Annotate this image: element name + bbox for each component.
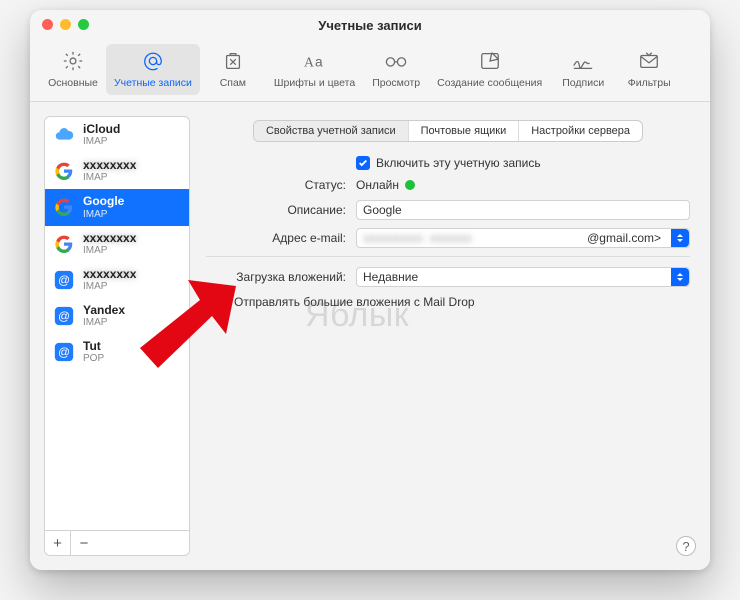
tab-junk[interactable]: Спам bbox=[200, 44, 266, 95]
account-protocol: IMAP bbox=[83, 245, 136, 256]
at-square-icon: @ bbox=[53, 269, 75, 291]
tab-label: Подписи bbox=[562, 77, 604, 89]
segment-account-info[interactable]: Свойства учетной записи bbox=[254, 121, 409, 141]
email-redacted: xxxxxxxxxx xxxxxxx bbox=[363, 231, 472, 245]
segment-server[interactable]: Настройки сервера bbox=[519, 121, 642, 141]
svg-text:@: @ bbox=[58, 346, 70, 359]
email-value: @gmail.com> bbox=[587, 231, 661, 245]
tab-accounts[interactable]: Учетные записи bbox=[106, 44, 200, 95]
account-item-yandex[interactable]: @ Yandex IMAP bbox=[45, 298, 189, 334]
account-list: iCloud IMAP xxxxxxxx IMAP bbox=[45, 117, 189, 530]
account-protocol: IMAP bbox=[83, 317, 125, 328]
svg-text:A: A bbox=[304, 55, 314, 70]
close-window-button[interactable] bbox=[42, 19, 53, 30]
account-item-at-1[interactable]: @ xxxxxxxx IMAP bbox=[45, 262, 189, 298]
description-label: Описание: bbox=[206, 203, 356, 217]
tab-signatures[interactable]: Подписи bbox=[550, 44, 616, 95]
combo-handle-icon bbox=[671, 268, 689, 286]
status-label: Статус: bbox=[206, 178, 356, 192]
filter-envelope-icon bbox=[638, 50, 660, 72]
account-item-icloud[interactable]: iCloud IMAP bbox=[45, 117, 189, 153]
status-indicator-icon bbox=[405, 180, 415, 190]
help-button[interactable]: ? bbox=[676, 536, 696, 556]
tab-composing[interactable]: Создание сообщения bbox=[429, 44, 550, 95]
google-icon bbox=[53, 233, 75, 255]
tab-label: Спам bbox=[220, 77, 246, 89]
google-icon bbox=[53, 160, 75, 182]
detail-panel: Свойства учетной записи Почтовые ящики Н… bbox=[200, 116, 696, 556]
account-protocol: IMAP bbox=[83, 281, 136, 292]
tab-label: Фильтры bbox=[628, 77, 671, 89]
account-item-tut[interactable]: @ Tut POP bbox=[45, 334, 189, 370]
window-title: Учетные записи bbox=[318, 18, 421, 33]
tab-label: Шрифты и цвета bbox=[274, 77, 355, 89]
sidebar-footer: + − bbox=[45, 530, 189, 555]
tab-viewing[interactable]: Просмотр bbox=[363, 44, 429, 95]
tab-label: Создание сообщения bbox=[437, 77, 542, 89]
fonts-icon: Aa bbox=[302, 50, 328, 72]
email-combo[interactable]: xxxxxxxxxx xxxxxxx @gmail.com> bbox=[356, 228, 690, 248]
icloud-icon bbox=[53, 124, 75, 146]
signature-icon bbox=[571, 50, 595, 72]
account-name: Tut bbox=[83, 340, 104, 353]
tab-label: Учетные записи bbox=[114, 77, 192, 89]
enable-account-checkbox[interactable] bbox=[356, 156, 370, 170]
compose-icon bbox=[479, 50, 501, 72]
svg-text:a: a bbox=[315, 55, 323, 70]
account-protocol: IMAP bbox=[83, 172, 136, 183]
account-item-google-2[interactable]: xxxxxxxx IMAP bbox=[45, 226, 189, 262]
glasses-icon bbox=[383, 50, 409, 72]
account-name: Yandex bbox=[83, 304, 125, 317]
preferences-toolbar: Основные Учетные записи Спам Aa Шрифты и… bbox=[30, 40, 710, 102]
tab-rules[interactable]: Фильтры bbox=[616, 44, 682, 95]
at-square-icon: @ bbox=[53, 305, 75, 327]
segment-mailbox[interactable]: Почтовые ящики bbox=[409, 121, 520, 141]
account-name: iCloud bbox=[83, 123, 120, 136]
remove-account-button[interactable]: − bbox=[71, 531, 97, 555]
account-sidebar: iCloud IMAP xxxxxxxx IMAP bbox=[44, 116, 190, 556]
svg-text:@: @ bbox=[58, 274, 70, 287]
account-name: xxxxxxxx bbox=[83, 268, 136, 281]
tab-general[interactable]: Основные bbox=[40, 44, 106, 95]
tab-label: Просмотр bbox=[372, 77, 420, 89]
maildrop-label: Отправлять большие вложения с Mail Drop bbox=[234, 295, 475, 309]
segmented-control: Свойства учетной записи Почтовые ящики Н… bbox=[253, 120, 643, 142]
description-value: Google bbox=[363, 203, 402, 217]
download-value: Недавние bbox=[363, 270, 418, 284]
enable-account-label: Включить эту учетную запись bbox=[376, 156, 541, 170]
zoom-window-button[interactable] bbox=[78, 19, 89, 30]
account-protocol: IMAP bbox=[83, 209, 124, 220]
maildrop-checkbox[interactable] bbox=[214, 295, 228, 309]
account-protocol: POP bbox=[83, 353, 104, 364]
account-name: xxxxxxxx bbox=[83, 232, 136, 245]
account-name: Google bbox=[83, 195, 124, 208]
download-combo[interactable]: Недавние bbox=[356, 267, 690, 287]
tab-label: Основные bbox=[48, 77, 98, 89]
combo-handle-icon bbox=[671, 229, 689, 247]
preferences-window: Учетные записи Основные Учетные записи С… bbox=[30, 10, 710, 570]
gear-icon bbox=[62, 50, 84, 72]
account-item-google-selected[interactable]: Google IMAP bbox=[45, 189, 189, 225]
at-icon bbox=[142, 50, 164, 72]
window-controls bbox=[42, 19, 89, 30]
status-value: Онлайн bbox=[356, 178, 399, 192]
titlebar: Учетные записи bbox=[30, 10, 710, 40]
google-icon bbox=[53, 196, 75, 218]
tab-fonts[interactable]: Aa Шрифты и цвета bbox=[266, 44, 363, 95]
account-name: xxxxxxxx bbox=[83, 159, 136, 172]
account-form: Включить эту учетную запись Статус: Онла… bbox=[200, 142, 696, 317]
add-account-button[interactable]: + bbox=[45, 531, 71, 555]
content-body: iCloud IMAP xxxxxxxx IMAP bbox=[30, 102, 710, 570]
download-label: Загрузка вложений: bbox=[206, 270, 356, 284]
email-label: Адрес e-mail: bbox=[206, 231, 356, 245]
svg-text:@: @ bbox=[58, 310, 70, 323]
description-field[interactable]: Google bbox=[356, 200, 690, 220]
trash-icon bbox=[222, 50, 244, 72]
at-square-icon: @ bbox=[53, 341, 75, 363]
divider bbox=[206, 256, 690, 257]
account-protocol: IMAP bbox=[83, 136, 120, 147]
account-item-google-1[interactable]: xxxxxxxx IMAP bbox=[45, 153, 189, 189]
minimize-window-button[interactable] bbox=[60, 19, 71, 30]
